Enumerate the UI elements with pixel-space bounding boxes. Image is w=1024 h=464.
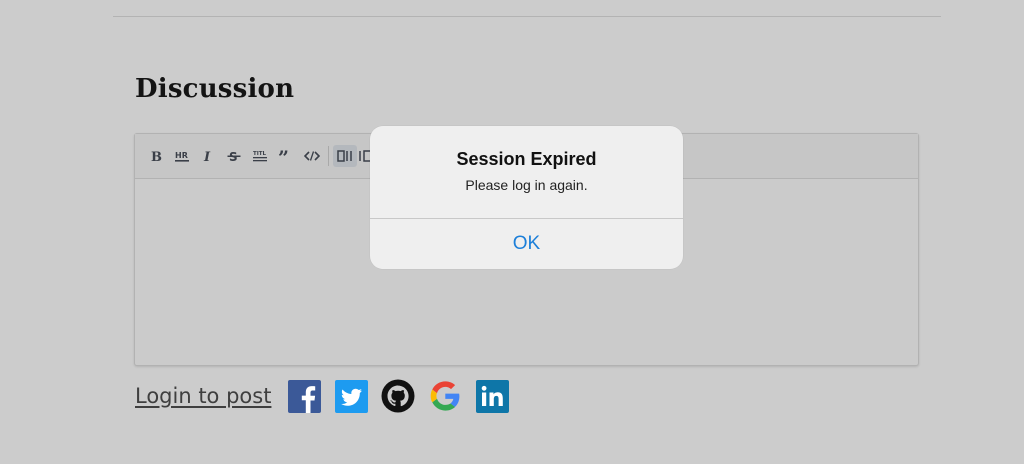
twitter-login-button[interactable] [334,379,368,413]
svg-text:B: B [151,150,162,163]
code-icon [304,149,320,163]
title-icon: TITL [252,149,268,163]
github-icon [381,379,415,413]
login-row: Login to post [135,378,522,414]
linkedin-login-button[interactable] [475,379,509,413]
svg-text:HR: HR [175,151,188,160]
twitter-icon [334,379,368,413]
italic-button[interactable]: I [196,145,220,167]
quote-icon: ” [278,149,294,163]
page: Discussion B HR I S TITL ” Login to post… [0,0,1024,464]
section-title: Discussion [135,74,295,104]
dialog-message: Please log in again. [465,177,588,193]
ok-button[interactable]: OK [370,219,683,269]
github-login-button[interactable] [381,379,415,413]
code-button[interactable] [300,145,324,167]
quote-button[interactable]: ” [274,145,298,167]
strikethrough-icon: S [227,149,241,163]
toolbar-separator [328,146,329,166]
horizontal-rule-button[interactable]: HR [170,145,194,167]
side-by-side-icon [337,149,353,163]
svg-text:”: ” [278,149,289,163]
strikethrough-button[interactable]: S [222,145,246,167]
login-to-post-link[interactable]: Login to post [135,384,271,408]
google-login-button[interactable] [428,379,462,413]
google-icon [429,380,461,412]
linkedin-icon [475,379,509,413]
partial-content-cutoff [138,458,208,464]
side-by-side-button[interactable] [333,145,357,167]
dialog-title: Session Expired [456,149,597,169]
facebook-icon [287,379,321,413]
facebook-login-button[interactable] [287,379,321,413]
session-expired-dialog: Session Expired Please log in again. OK [370,126,683,269]
hr-icon: HR [174,149,190,163]
bold-button[interactable]: B [144,145,168,167]
svg-text:I: I [203,150,211,163]
divider [113,16,941,17]
svg-text:TITL: TITL [253,151,267,157]
bold-icon: B [149,149,163,163]
italic-icon: I [201,149,215,163]
title-button[interactable]: TITL [248,145,272,167]
